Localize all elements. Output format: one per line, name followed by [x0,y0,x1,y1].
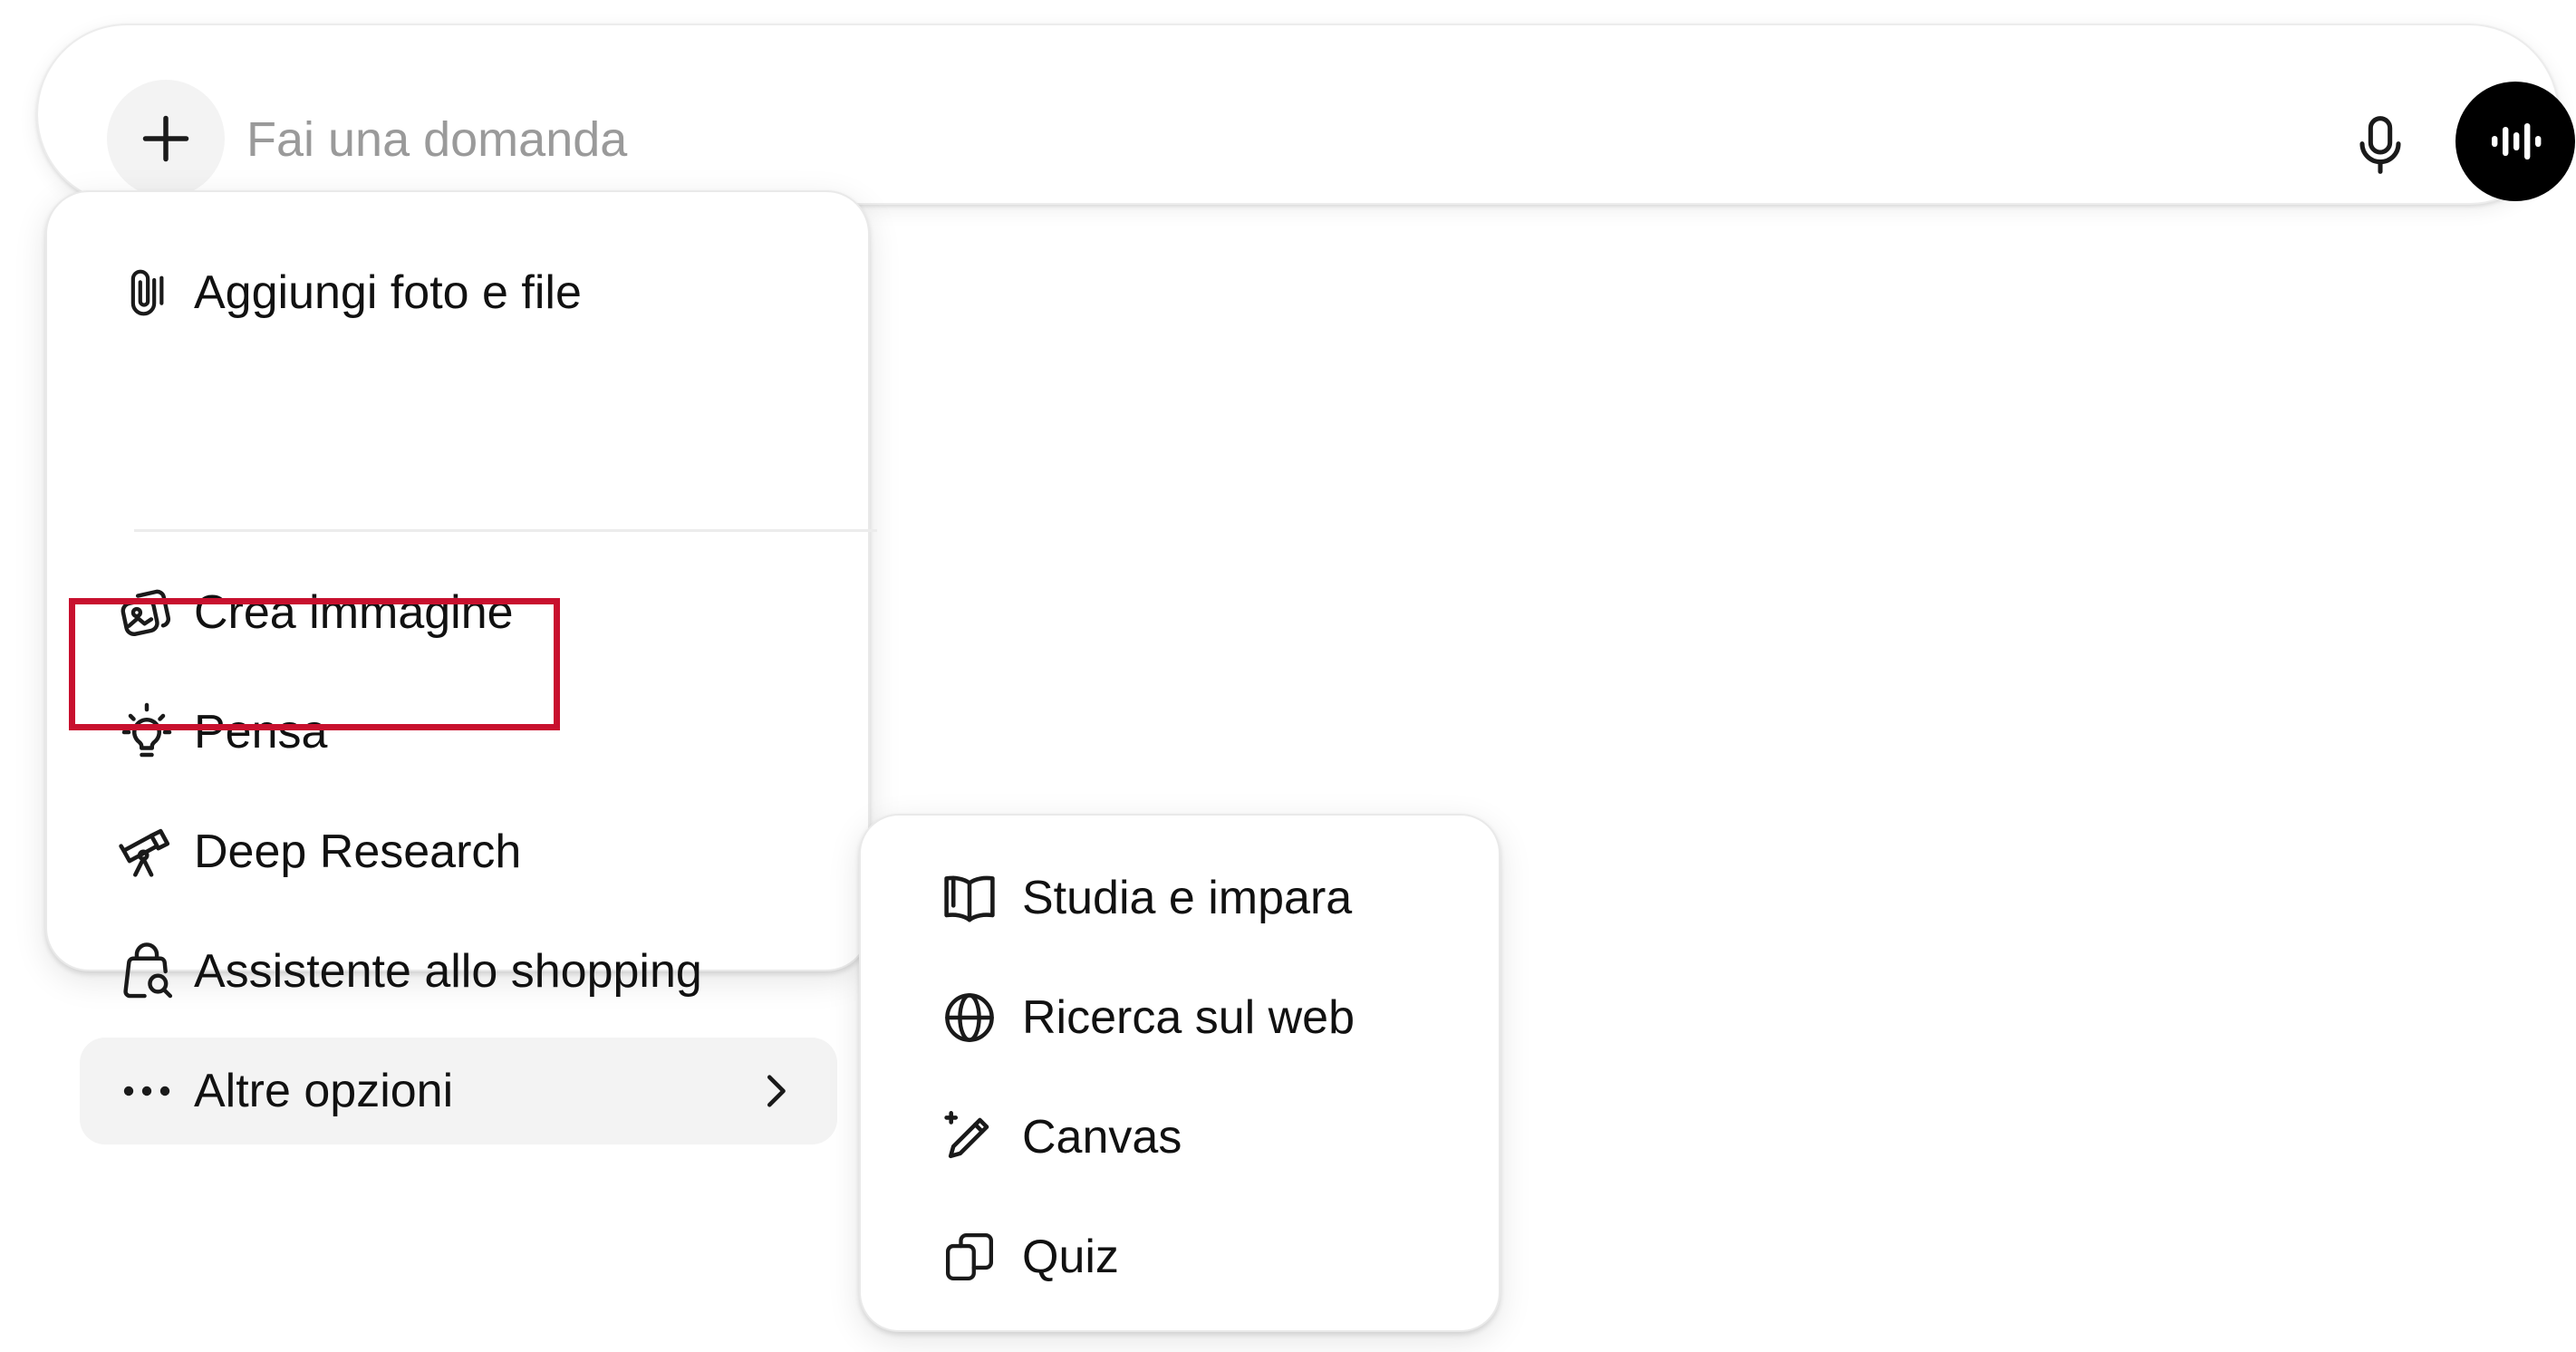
prompt-input[interactable] [246,96,2285,183]
pencil-sparkle-icon [938,1106,1001,1169]
submenu-item-label: Canvas [1022,1111,1182,1164]
menu-item-deep-research[interactable]: Deep Research [80,798,837,905]
paperclip-icon [115,261,178,324]
menu-item-add-photos-files[interactable]: Aggiungi foto e file [80,239,837,346]
chat-composer [36,24,2575,205]
screen: Aggiungi foto e file Crea immagine [0,0,2576,1352]
microphone-icon [2351,113,2409,177]
menu-item-shopping-assistant[interactable]: Assistente allo shopping [80,918,837,1025]
menu-item-label: Aggiungi foto e file [194,266,582,319]
globe-icon [938,986,1001,1049]
more-dots-icon [115,1059,178,1123]
submenu-item-label: Studia e impara [1022,872,1353,924]
menu-item-more-options[interactable]: Altre opzioni [80,1038,837,1144]
submenu-item-label: Ricerca sul web [1022,991,1356,1044]
menu-divider [134,529,877,532]
cards-icon [938,1225,1001,1289]
menu-item-label: Assistente allo shopping [194,945,702,998]
menu-item-label: Deep Research [194,826,522,878]
submenu-item-quiz[interactable]: Quiz [886,1203,1477,1310]
submenu-item-label: Quiz [1022,1231,1119,1283]
submenu-item-canvas[interactable]: Canvas [886,1084,1477,1191]
chevron-right-icon [752,1068,797,1114]
highlight-annotation-box [69,598,560,730]
submenu-item-study-learn[interactable]: Studia e impara [886,845,1477,951]
add-attachment-button[interactable] [107,80,225,198]
menu-item-label: Altre opzioni [194,1065,454,1117]
submenu-item-web-search[interactable]: Ricerca sul web [886,964,1477,1071]
telescope-icon [115,820,178,884]
voice-waveform-icon [2488,119,2542,164]
dictate-button[interactable] [2335,100,2426,190]
voice-mode-button[interactable] [2455,82,2575,201]
plus-icon [139,111,193,166]
open-book-icon [938,866,1001,930]
tools-menu: Aggiungi foto e file Crea immagine Pensa… [45,190,877,1144]
more-options-submenu: Studia e impara Ricerca sul web Canvas Q… [859,814,1500,1332]
shopping-bag-search-icon [115,940,178,1003]
